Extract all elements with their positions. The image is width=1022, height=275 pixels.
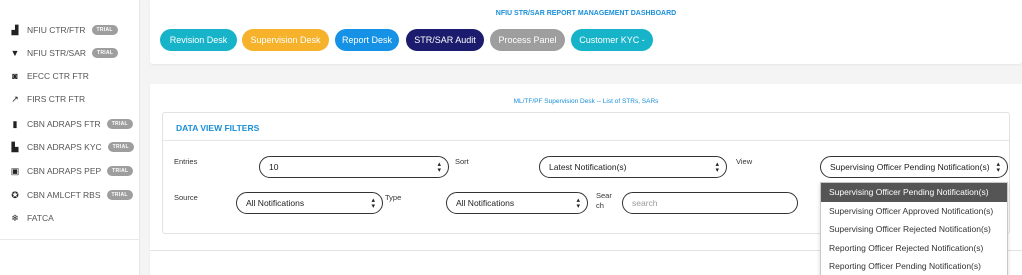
sidebar-item-firs-ctr-ftr[interactable]: ↗ FIRS CTR FTR bbox=[10, 91, 85, 107]
trial-badge: TRIAL bbox=[106, 190, 133, 200]
entries-select[interactable]: 10 ▴ ▾ bbox=[259, 156, 449, 178]
trial-badge: TRIAL bbox=[106, 119, 133, 129]
sidebar-item-cbn-adraps-kyc[interactable]: ▙ CBN ADRAPS KYC TRIAL bbox=[10, 139, 134, 155]
sidebar-item-label: EFCC CTR FTR bbox=[27, 71, 89, 81]
str-sar-audit-button[interactable]: STR/SAR Audit bbox=[406, 29, 484, 51]
view-select[interactable]: Supervising Officer Pending Notification… bbox=[820, 156, 1008, 178]
entries-label: Entries bbox=[174, 157, 198, 166]
bar-chart-icon: ▟ bbox=[11, 24, 19, 35]
trial-badge: TRIAL bbox=[107, 142, 134, 152]
filter-icon: ▼ bbox=[10, 48, 20, 58]
sidebar-item-nfiu-str-sar[interactable]: ▼ NFIU STR/SAR TRIAL bbox=[10, 45, 119, 61]
type-label: Type bbox=[385, 193, 402, 202]
source-label: Source bbox=[174, 193, 198, 202]
snowflake-icon: ❄ bbox=[11, 212, 19, 223]
sidebar-item-nfiu-ctr-ftr[interactable]: ▟ NFIU CTR/FTR TRIAL bbox=[10, 22, 118, 38]
filters-header: DATA VIEW FILTERS bbox=[163, 113, 1009, 141]
trial-badge: TRIAL bbox=[107, 166, 134, 176]
badge-icon: ◙ bbox=[12, 71, 18, 81]
view-value: Supervising Officer Pending Notification… bbox=[830, 162, 990, 172]
supervision-desk-button[interactable]: Supervision Desk bbox=[242, 29, 329, 51]
trend-icon: ↗ bbox=[11, 93, 19, 104]
sort-select[interactable]: Latest Notification(s) ▴ ▾ bbox=[539, 156, 727, 178]
sidebar-item-label: CBN ADRAPS PEP bbox=[27, 166, 102, 176]
sidebar-item-label: CBN ADRAPS FTR bbox=[27, 119, 101, 129]
dashboard-title: NFIU STR/SAR REPORT MANAGEMENT DASHBOARD bbox=[495, 10, 677, 17]
process-panel-button[interactable]: Process Panel bbox=[490, 29, 565, 51]
search-input[interactable]: search bbox=[622, 192, 798, 214]
view-option[interactable]: Supervising Officer Approved Notificatio… bbox=[821, 202, 1007, 221]
globe-icon: ✪ bbox=[11, 189, 19, 200]
sidebar-item-cbn-adraps-ftr[interactable]: ▮ CBN ADRAPS FTR TRIAL bbox=[10, 116, 133, 132]
sidebar-item-label: FIRS CTR FTR bbox=[27, 94, 86, 104]
sidebar-item-label: NFIU STR/SAR bbox=[27, 48, 87, 58]
sidebar-item-label: NFIU CTR/FTR bbox=[27, 25, 86, 35]
image-icon: ▣ bbox=[10, 165, 20, 176]
type-value: All Notifications bbox=[456, 198, 515, 208]
chevron-updown-icon: ▴ ▾ bbox=[437, 161, 441, 174]
search-label: Sear ch bbox=[596, 191, 612, 210]
sidebar-item-efcc-ctr-ftr[interactable]: ◙ EFCC CTR FTR bbox=[10, 68, 89, 84]
sidebar-item-label: CBN ADRAPS KYC bbox=[27, 142, 102, 152]
view-options-dropdown[interactable]: Supervising Officer Pending Notification… bbox=[820, 182, 1008, 275]
sort-label: Sort bbox=[455, 157, 469, 166]
type-select[interactable]: All Notifications ▴ ▾ bbox=[446, 192, 588, 214]
sidebar-item-cbn-adraps-pep[interactable]: ▣ CBN ADRAPS PEP TRIAL bbox=[10, 163, 134, 179]
view-option[interactable]: Supervising Officer Pending Notification… bbox=[821, 183, 1007, 202]
chevron-updown-icon: ▴ ▾ bbox=[996, 161, 1000, 174]
chevron-updown-icon: ▴ ▾ bbox=[715, 161, 719, 174]
dashboard-header-card: NFIU STR/SAR REPORT MANAGEMENT DASHBOARD… bbox=[150, 0, 1022, 64]
chevron-updown-icon: ▴ ▾ bbox=[576, 197, 580, 210]
source-value: All Notifications bbox=[246, 198, 305, 208]
sidebar-item-label: CBN AMLCFT RBS bbox=[27, 190, 101, 200]
map-icon: ▮ bbox=[12, 118, 18, 129]
source-select[interactable]: All Notifications ▴ ▾ bbox=[236, 192, 383, 214]
chevron-updown-icon: ▴ ▾ bbox=[371, 197, 375, 210]
desk-title: ML/TF/PF Supervision Desk -- List of STR… bbox=[513, 98, 659, 105]
trial-badge: TRIAL bbox=[91, 25, 118, 35]
sidebar-divider bbox=[0, 239, 140, 240]
sidebar: ▟ NFIU CTR/FTR TRIAL ▼ NFIU STR/SAR TRIA… bbox=[0, 0, 140, 275]
sidebar-item-cbn-amlcft-rbs[interactable]: ✪ CBN AMLCFT RBS TRIAL bbox=[10, 187, 133, 203]
view-option[interactable]: Reporting Officer Rejected Notification(… bbox=[821, 239, 1007, 258]
entries-value: 10 bbox=[269, 162, 279, 172]
sort-value: Latest Notification(s) bbox=[549, 162, 627, 172]
sidebar-item-fatca[interactable]: ❄ FATCA bbox=[10, 210, 54, 226]
view-label: View bbox=[736, 157, 753, 166]
view-option[interactable]: Reporting Officer Pending Notification(s… bbox=[821, 257, 1007, 275]
report-desk-button[interactable]: Report Desk bbox=[335, 29, 399, 51]
trial-badge: TRIAL bbox=[92, 48, 119, 58]
sidebar-item-label: FATCA bbox=[27, 213, 54, 223]
customer-kyc-button[interactable]: Customer KYC - bbox=[571, 29, 653, 51]
filters-title: DATA VIEW FILTERS bbox=[176, 123, 260, 133]
file-icon: ▙ bbox=[11, 141, 19, 152]
revision-desk-button[interactable]: Revision Desk bbox=[160, 29, 237, 51]
view-option[interactable]: Supervising Officer Rejected Notificatio… bbox=[821, 220, 1007, 239]
